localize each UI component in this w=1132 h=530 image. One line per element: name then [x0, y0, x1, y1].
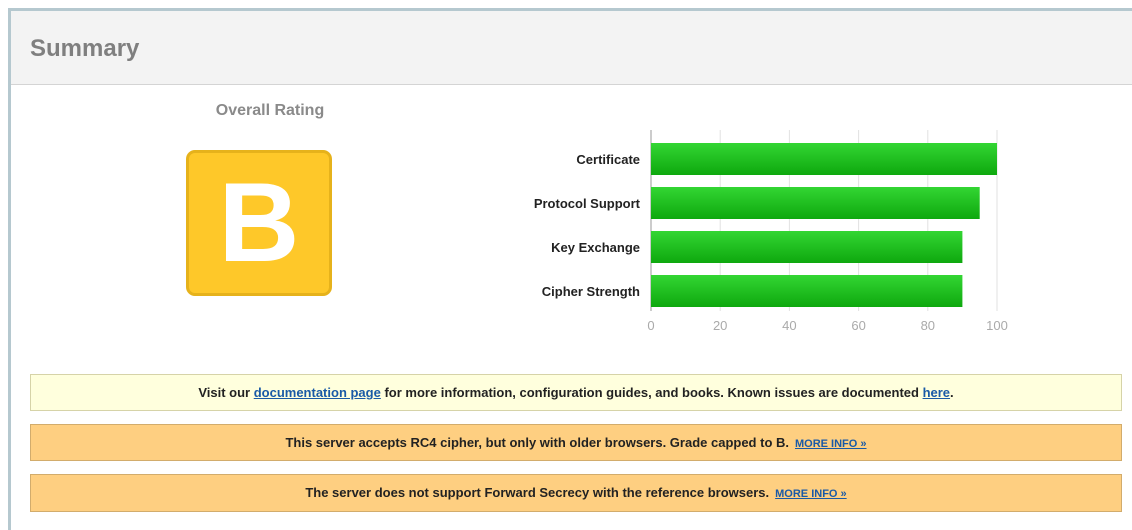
category-label: Cipher Strength [542, 284, 640, 299]
rc4-warning-text: This server accepts RC4 cipher, but only… [285, 435, 789, 450]
x-tick-label: 60 [851, 318, 865, 333]
rating-bar-chart: 0 20 40 60 80 100 Certificate Protocol Support K… [534, 130, 1008, 333]
grade-badge: B [186, 150, 332, 296]
forward-secrecy-notice: The server does not support Forward Secr… [30, 474, 1122, 512]
bar-cipher-strength [651, 275, 963, 307]
documentation-notice: Visit our documentation page for more in… [30, 374, 1122, 411]
x-tick-label: 80 [921, 318, 935, 333]
forward-secrecy-text: The server does not support Forward Secr… [305, 485, 770, 500]
summary-header: Summary [11, 11, 1132, 85]
page-title: Summary [30, 35, 140, 62]
known-issues-link[interactable]: here [923, 385, 950, 400]
bar-certificate [651, 143, 997, 175]
documentation-page-link[interactable]: documentation page [254, 385, 381, 400]
bar-key-exchange [651, 231, 963, 263]
overall-rating-label: Overall Rating [215, 102, 325, 119]
category-label: Key Exchange [551, 240, 640, 255]
x-tick-label: 20 [713, 318, 727, 333]
x-tick-label: 40 [782, 318, 796, 333]
bar-protocol-support [651, 187, 980, 219]
x-tick-label: 100 [986, 318, 1008, 333]
category-label: Protocol Support [534, 196, 641, 211]
category-label: Certificate [576, 152, 640, 167]
grade-letter: B [218, 160, 300, 285]
docs-text-before: Visit our [198, 385, 254, 400]
rc4-more-info-link[interactable]: MORE INFO » [795, 438, 867, 450]
docs-text-after: . [950, 385, 954, 400]
x-tick-label: 0 [647, 318, 654, 333]
docs-text-middle: for more information, configuration guid… [380, 385, 923, 400]
forward-secrecy-more-info-link[interactable]: MORE INFO » [775, 488, 847, 500]
rc4-warning-notice: This server accepts RC4 cipher, but only… [30, 424, 1122, 461]
